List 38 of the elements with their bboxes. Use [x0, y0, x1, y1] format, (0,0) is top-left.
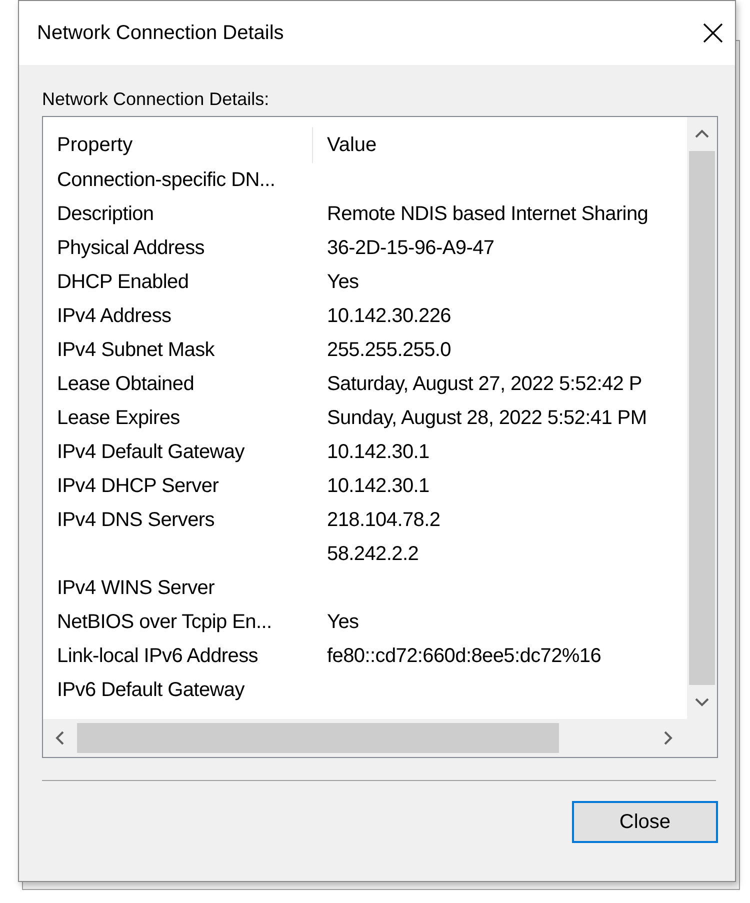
value-cell-text: 10.142.30.1	[326, 440, 430, 464]
property-cell-text: IPv4 Address	[56, 304, 172, 328]
property-cell-text: IPv4 Default Gateway	[56, 440, 246, 464]
value-cell-text: Saturday, August 27, 2022 5:52:42 P	[326, 372, 643, 396]
property-cell-text: IPv4 DHCP Server	[56, 474, 220, 498]
column-header[interactable]: Property	[43, 127, 313, 163]
value-cell-text: 255.255.255.0	[326, 338, 452, 362]
value-cell-text: fe80::cd72:660d:8ee5:dc72%16	[326, 644, 602, 668]
value-cell-text: 218.104.78.2	[326, 508, 442, 532]
value-cell-text: 36-2D-15-96-A9-47	[326, 236, 496, 260]
property-cell-text: NetBIOS over Tcpip En...	[56, 610, 273, 634]
horizontal-scrollbar[interactable]	[43, 719, 717, 757]
property-cell-text: Physical Address	[56, 236, 206, 260]
property-cell-text: Lease Expires	[56, 406, 181, 430]
value-cell-text: Yes	[326, 610, 360, 634]
group-label: Network Connection Details:	[42, 89, 270, 110]
property-cell-text: Lease Obtained	[56, 372, 196, 396]
property-cell-text: Link-local IPv6 Address	[56, 644, 259, 668]
close-button[interactable]: Close	[572, 801, 718, 843]
property-cell-text: IPv4 Subnet Mask	[56, 338, 216, 362]
property-cell-text: IPv6 Default Gateway	[56, 678, 246, 702]
window-title: Network Connection Details	[37, 22, 284, 44]
property-cell-text: Connection-specific DN...	[56, 168, 276, 192]
value-cell-text: Yes	[326, 270, 360, 294]
column-header[interactable]: Value	[313, 127, 687, 163]
value-cell-text: 58.242.2.2	[326, 542, 420, 566]
value-cell-text: 10.142.30.1	[326, 474, 430, 498]
value-cell-text: Sunday, August 28, 2022 5:52:41 PM	[326, 406, 648, 430]
scroll-thumb[interactable]	[689, 151, 715, 685]
value-cell-text: 10.142.30.226	[326, 304, 452, 328]
property-cell-text: IPv4 DNS Servers	[56, 508, 216, 532]
property-cell-text: Description	[56, 202, 155, 226]
scroll-thumb[interactable]	[77, 723, 559, 753]
close-icon[interactable]	[703, 23, 723, 43]
property-cell-text: IPv4 WINS Server	[56, 576, 216, 600]
property-cell-text: DHCP Enabled	[56, 270, 190, 294]
value-cell-text: Remote NDIS based Internet Sharing	[326, 202, 650, 226]
vertical-scrollbar[interactable]	[687, 117, 717, 719]
